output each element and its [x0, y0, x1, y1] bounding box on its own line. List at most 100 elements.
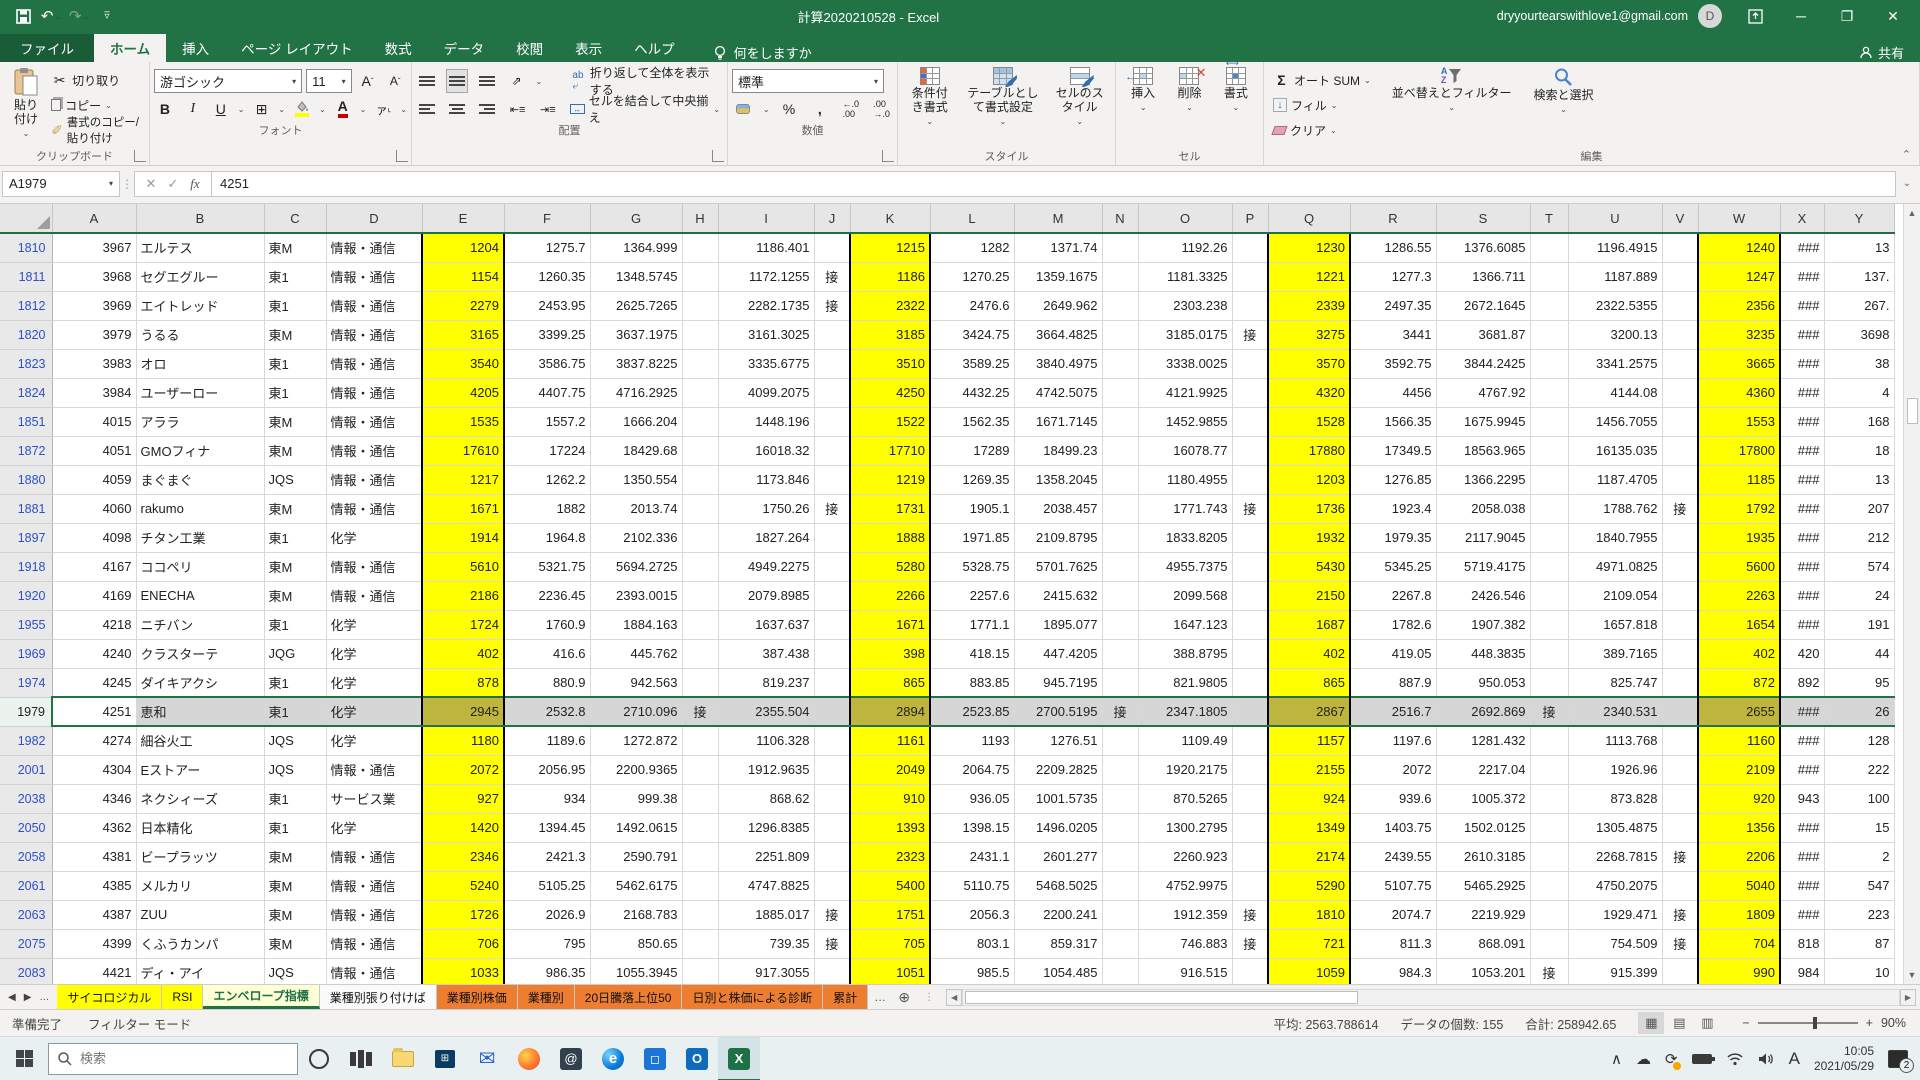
cell[interactable]: 2346 — [422, 842, 504, 871]
cell[interactable]: 2649.962 — [1014, 291, 1102, 320]
cell[interactable]: まぐまぐ — [136, 465, 264, 494]
cell[interactable]: 883.85 — [930, 668, 1014, 697]
cell[interactable]: 16018.32 — [718, 436, 814, 465]
cell[interactable]: 945.7195 — [1014, 668, 1102, 697]
cell[interactable]: 1113.768 — [1568, 726, 1662, 755]
cell[interactable]: ### — [1780, 436, 1824, 465]
column-header-L[interactable]: L — [930, 204, 1014, 233]
cell[interactable]: 2074.7 — [1350, 900, 1436, 929]
cell[interactable]: 1051 — [850, 958, 930, 984]
cell[interactable] — [682, 871, 718, 900]
cell[interactable]: 1929.471 — [1568, 900, 1662, 929]
cell[interactable] — [1232, 842, 1268, 871]
cell[interactable] — [1662, 349, 1698, 378]
underline-button[interactable]: U — [210, 97, 232, 121]
phonetic-guide-button[interactable]: ァ˪ — [372, 97, 394, 121]
cell[interactable] — [1102, 668, 1138, 697]
cell[interactable]: ### — [1780, 871, 1824, 900]
cell[interactable]: 942.563 — [590, 668, 682, 697]
cell[interactable]: 化学 — [326, 697, 422, 726]
cell[interactable]: 1920.2175 — [1138, 755, 1232, 784]
cell[interactable] — [682, 262, 718, 291]
row-header-1920[interactable]: 1920 — [0, 581, 52, 610]
cell[interactable] — [1530, 320, 1568, 349]
mail-app-button[interactable]: ✉ — [466, 1037, 508, 1080]
cell[interactable]: 5694.2725 — [590, 552, 682, 581]
cell[interactable]: 2109 — [1698, 755, 1780, 784]
cell[interactable]: 2200.241 — [1014, 900, 1102, 929]
cell[interactable]: 1809 — [1698, 900, 1780, 929]
cell[interactable]: 4752.9975 — [1138, 871, 1232, 900]
cell[interactable]: 873.828 — [1568, 784, 1662, 813]
sheet-tab-業種別株価[interactable]: 業種別株価 — [437, 985, 518, 1009]
cell[interactable]: 情報・通信 — [326, 320, 422, 349]
cell[interactable] — [682, 813, 718, 842]
cell[interactable] — [814, 639, 850, 668]
cell[interactable]: 接 — [1232, 900, 1268, 929]
cell[interactable]: ### — [1780, 320, 1824, 349]
cell[interactable]: 2072 — [1350, 755, 1436, 784]
cell[interactable] — [1662, 523, 1698, 552]
task-view-button[interactable] — [340, 1037, 382, 1080]
cell[interactable]: ### — [1780, 349, 1824, 378]
cell[interactable]: 情報・通信 — [326, 871, 422, 900]
cell[interactable] — [682, 929, 718, 958]
cell[interactable] — [814, 871, 850, 900]
cell[interactable]: 東M — [264, 407, 326, 436]
row-header-1974[interactable]: 1974 — [0, 668, 52, 697]
cell[interactable]: 3185.0175 — [1138, 320, 1232, 349]
cell[interactable]: 2279 — [422, 291, 504, 320]
cell[interactable]: 1647.123 — [1138, 610, 1232, 639]
cell[interactable]: 2058.038 — [1436, 494, 1530, 523]
cell[interactable]: 4362 — [52, 813, 136, 842]
cell[interactable]: 984 — [1780, 958, 1824, 984]
cell[interactable] — [1232, 871, 1268, 900]
cell[interactable] — [1662, 378, 1698, 407]
cell[interactable]: 2415.632 — [1014, 581, 1102, 610]
cell[interactable] — [682, 523, 718, 552]
cell[interactable]: 接 — [1662, 842, 1698, 871]
cell[interactable] — [1102, 755, 1138, 784]
tab-home[interactable]: ホーム — [94, 34, 166, 62]
cell[interactable]: 化学 — [326, 610, 422, 639]
cell[interactable]: 936.05 — [930, 784, 1014, 813]
font-dialog-launcher[interactable] — [396, 150, 408, 162]
cell[interactable]: 細谷火工 — [136, 726, 264, 755]
cell[interactable] — [1662, 581, 1698, 610]
confirm-entry-button[interactable]: ✓ — [163, 176, 183, 192]
cell[interactable]: 4971.0825 — [1568, 552, 1662, 581]
cell[interactable]: 2672.1645 — [1436, 291, 1530, 320]
cell[interactable]: ダイキアクシ — [136, 668, 264, 697]
cell[interactable]: 東1 — [264, 668, 326, 697]
decrease-indent-button[interactable]: ⇤≡ — [507, 97, 529, 121]
cell[interactable]: 東M — [264, 929, 326, 958]
cell[interactable]: 1393 — [850, 813, 930, 842]
cell[interactable]: 920 — [1698, 784, 1780, 813]
cell[interactable]: 5321.75 — [504, 552, 590, 581]
cell[interactable] — [1102, 639, 1138, 668]
cell[interactable]: 2439.55 — [1350, 842, 1436, 871]
cell[interactable] — [1530, 639, 1568, 668]
cell[interactable] — [1530, 668, 1568, 697]
cell[interactable]: 910 — [850, 784, 930, 813]
cell[interactable]: 1005.372 — [1436, 784, 1530, 813]
cell[interactable] — [814, 523, 850, 552]
action-center-button[interactable]: 2 — [1888, 1050, 1908, 1068]
cell[interactable]: 267. — [1824, 291, 1894, 320]
start-button[interactable] — [0, 1037, 48, 1080]
cell[interactable]: 情報・通信 — [326, 755, 422, 784]
cell[interactable]: 東M — [264, 552, 326, 581]
cell[interactable] — [1102, 813, 1138, 842]
clear-button[interactable]: クリア⌄ — [1270, 119, 1374, 141]
row-header-2061[interactable]: 2061 — [0, 871, 52, 900]
cell[interactable] — [1102, 436, 1138, 465]
search-input[interactable] — [80, 1051, 260, 1066]
cell[interactable]: 706 — [422, 929, 504, 958]
cell[interactable]: 1160 — [1698, 726, 1780, 755]
cell[interactable]: 1833.8205 — [1138, 523, 1232, 552]
cell[interactable] — [682, 465, 718, 494]
cell[interactable]: 870.5265 — [1138, 784, 1232, 813]
cell[interactable] — [1662, 755, 1698, 784]
cell[interactable]: 4387 — [52, 900, 136, 929]
cell[interactable]: 2219.929 — [1436, 900, 1530, 929]
